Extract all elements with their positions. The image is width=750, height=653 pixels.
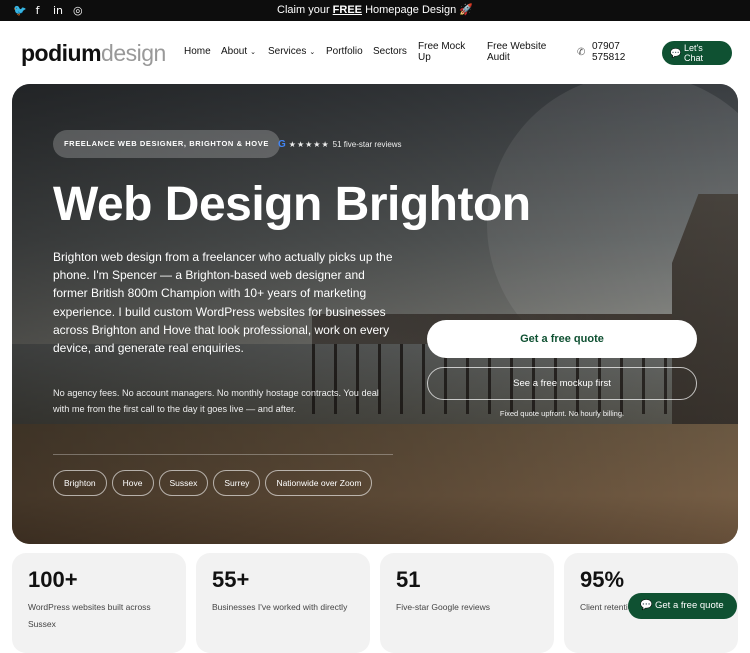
stat-card: 100+ WordPress websites built across Sus… — [12, 553, 186, 653]
chip-sussex[interactable]: Sussex — [158, 470, 209, 496]
stat-number: 55+ — [212, 567, 250, 592]
nav-free-audit[interactable]: Free Website Audit — [487, 41, 546, 63]
announcement-bar: 🐦 f in ◎ Claim your FREE Homepage Design… — [0, 0, 750, 21]
stat-description: WordPress websites built across Sussex — [28, 602, 151, 629]
promo-text-end: Homepage Design 🚀 — [362, 4, 473, 16]
fine-print: Fixed quote upfront. No hourly billing. — [499, 409, 625, 418]
chip-brighton[interactable]: Brighton — [53, 470, 107, 496]
chat-bubble-icon: 💬 — [640, 600, 653, 611]
page-title: Web Design Brighton — [53, 178, 531, 231]
floating-quote-button[interactable]: 💬 Get a free quote — [628, 593, 737, 619]
promo-link[interactable]: Claim your FREE Homepage Design 🚀 — [0, 3, 750, 18]
reviews-count: 51 five-star reviews — [332, 140, 402, 149]
site-header: podiumdesign Home About ⌄ Services ⌄ Portf… — [0, 21, 750, 85]
promo-free: FREE — [332, 4, 363, 16]
nav-portfolio[interactable]: Portfolio — [326, 46, 363, 57]
chip-hove[interactable]: Hove — [111, 470, 154, 496]
hero-divider — [53, 454, 393, 455]
hero-section: FREELANCE WEB DESIGNER, BRIGHTON & HOVE … — [12, 84, 738, 544]
hero-tag: FREELANCE WEB DESIGNER, BRIGHTON & HOVE — [53, 130, 280, 158]
nav-about-label: About — [221, 46, 248, 57]
promo-text: Claim your — [277, 4, 333, 16]
floating-quote-label: Get a free quote — [655, 600, 724, 611]
nav-free-mockup-line2: Up — [418, 52, 431, 63]
phone-line2: 575812 — [592, 52, 626, 63]
logo-part-1: podium — [21, 40, 102, 66]
hero-subtext: No agency fees. No account managers. No … — [53, 388, 379, 414]
phone-line1: 07907 — [592, 41, 620, 52]
nav-services-label: Services — [268, 46, 307, 57]
chip-surrey[interactable]: Surrey — [213, 470, 261, 496]
nav-about[interactable]: About ⌄ — [221, 46, 256, 57]
hero-lead: Brighton web design from a freelancer wh… — [53, 250, 393, 356]
free-mockup-button[interactable]: See a free mockup first — [427, 367, 697, 400]
nav-home[interactable]: Home — [184, 46, 211, 57]
logo[interactable]: podiumdesign — [21, 40, 166, 67]
nav-sectors[interactable]: Sectors — [373, 46, 407, 57]
nav-services[interactable]: Services ⌄ — [268, 46, 315, 57]
nav-free-audit-line1: Free Website — [487, 41, 547, 52]
location-chips: Brighton Hove Sussex Surrey Nationwide o… — [53, 470, 373, 496]
stat-number: 95% — [580, 567, 625, 592]
nav-free-mockup-line1: Free Mock — [418, 41, 466, 52]
lets-chat-label: Let's Chat — [684, 43, 724, 63]
chevron-down-icon: ⌄ — [309, 49, 316, 56]
stat-number: 100+ — [28, 567, 78, 592]
lets-chat-button[interactable]: 💬 Let's Chat — [662, 41, 732, 65]
lets-chat-line1: Let's — [684, 43, 703, 53]
stat-description: Five-star Google reviews — [396, 602, 491, 612]
chevron-down-icon: ⌄ — [250, 49, 257, 56]
chat-bubble-icon: 💬 — [670, 48, 682, 58]
lets-chat-line2: Chat — [684, 53, 704, 63]
nav-free-audit-line2: Audit — [487, 52, 510, 63]
stat-number: 51 — [396, 567, 421, 592]
phone-link[interactable]: 07907 575812 — [592, 41, 625, 63]
nav-free-mockup[interactable]: Free Mock Up — [418, 41, 465, 63]
logo-part-2: design — [101, 40, 166, 66]
star-rating: ★★★★★ — [288, 140, 330, 149]
google-icon: G — [278, 139, 286, 150]
stat-card: 55+ Businesses I've worked with directly — [196, 553, 370, 653]
stat-description: Businesses I've worked with directly — [212, 602, 348, 612]
google-reviews[interactable]: G ★★★★★ 51 five-star reviews — [278, 139, 402, 150]
phone-icon: ✆ — [577, 47, 586, 58]
stat-card: 51 Five-star Google reviews — [380, 553, 554, 653]
get-quote-button[interactable]: Get a free quote — [427, 320, 697, 358]
chip-nationwide[interactable]: Nationwide over Zoom — [265, 470, 373, 496]
